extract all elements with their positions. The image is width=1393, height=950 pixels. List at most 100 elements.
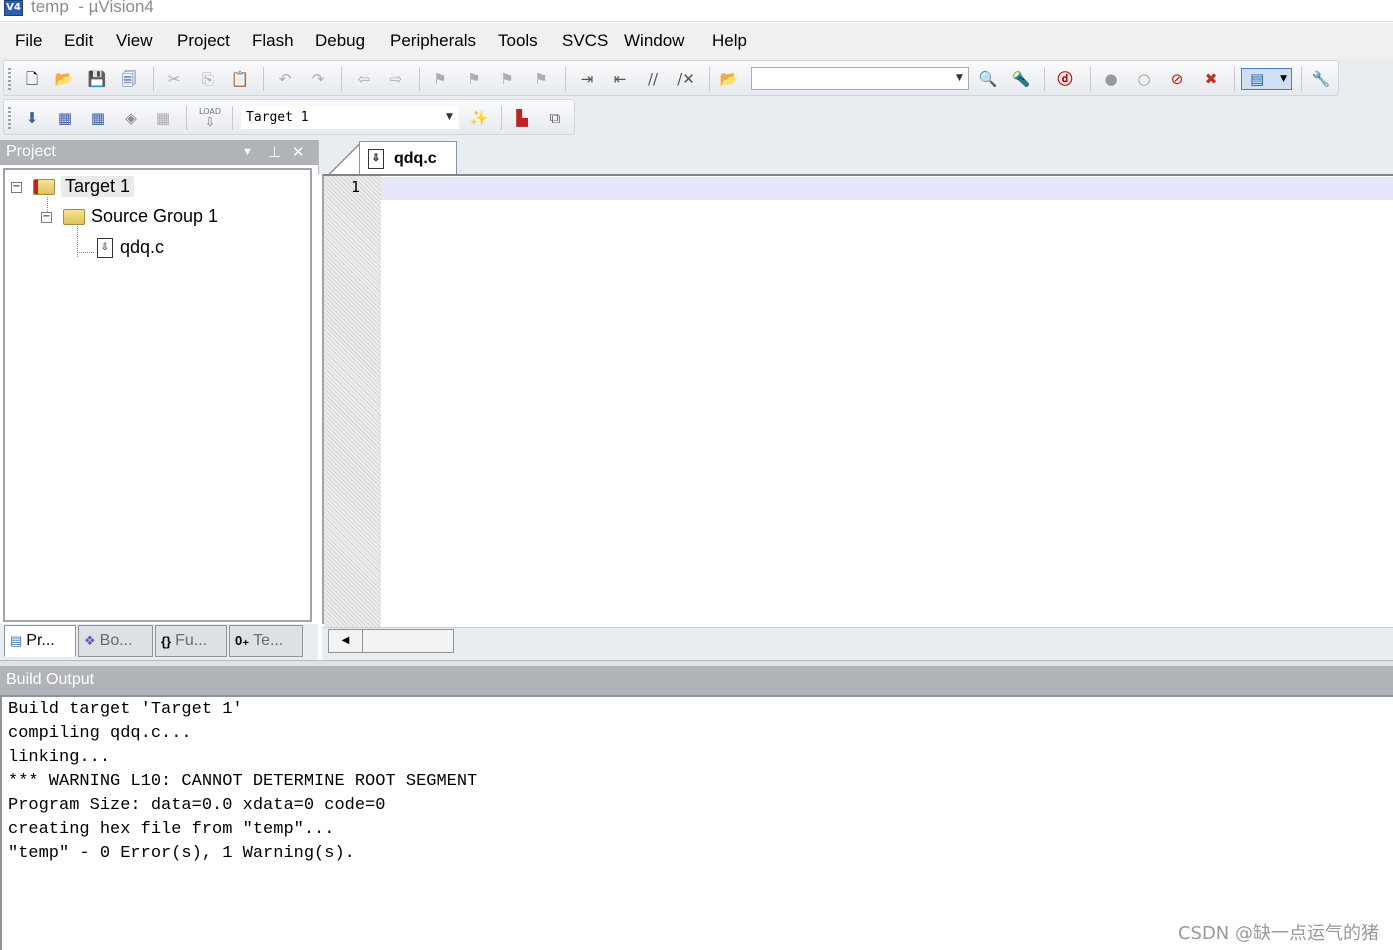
bookmark-next-icon[interactable]: ⚑ bbox=[496, 68, 518, 90]
books-icon: ❖ bbox=[84, 633, 96, 648]
toolbar-separator bbox=[419, 67, 420, 91]
save-all-icon[interactable]: 🗐 bbox=[118, 68, 140, 90]
batch-build-icon[interactable]: ◈ bbox=[120, 107, 142, 129]
menu-view[interactable]: View bbox=[116, 31, 153, 51]
redo-icon[interactable]: ↷ bbox=[307, 68, 329, 90]
navigate-forward-icon[interactable]: ⇨ bbox=[385, 68, 407, 90]
tab-project[interactable]: ▤ Pr... bbox=[4, 625, 76, 657]
start-debug-session-icon[interactable]: ⓓ bbox=[1054, 68, 1076, 90]
manage-multi-project-icon[interactable]: ⧉ bbox=[544, 107, 566, 129]
functions-braces-icon: {} bbox=[161, 633, 172, 649]
bookmark-toggle-icon[interactable]: ⚑ bbox=[429, 68, 451, 90]
toolbar-grip[interactable] bbox=[8, 107, 11, 129]
c-file-icon: ⇩ bbox=[97, 237, 113, 258]
build-target-icon[interactable]: ▦ bbox=[54, 107, 76, 129]
undo-icon[interactable]: ↶ bbox=[274, 68, 296, 90]
stop-build-icon[interactable]: ▦ bbox=[152, 107, 174, 129]
toolbar-separator bbox=[1234, 67, 1235, 91]
tree-node-target[interactable]: Target 1 bbox=[33, 176, 135, 197]
bookmark-clear-icon[interactable]: ⚑ bbox=[530, 68, 552, 90]
copy-icon[interactable]: ⎘ bbox=[197, 68, 219, 90]
menu-window[interactable]: Window bbox=[624, 31, 684, 51]
menu-peripherals[interactable]: Peripherals bbox=[390, 31, 476, 51]
menu-project[interactable]: Project bbox=[177, 31, 230, 51]
save-icon[interactable]: 💾 bbox=[86, 68, 108, 90]
project-panel-tabs: ▤ Pr... ❖ Bo... {} Fu... 0₊ Te... bbox=[0, 624, 318, 660]
editor-tab-qdq[interactable]: ⇩ qdq.c bbox=[359, 141, 457, 175]
configure-wrench-icon[interactable]: 🔧 bbox=[1310, 68, 1332, 90]
kill-all-breakpoints-icon[interactable]: ✖ bbox=[1200, 68, 1222, 90]
tab-functions-label: Fu... bbox=[175, 632, 208, 649]
menu-help[interactable]: Help bbox=[712, 31, 747, 51]
build-output-console[interactable]: Build target 'Target 1' compiling qdq.c.… bbox=[0, 695, 1393, 950]
output-line: "temp" - 0 Error(s), 1 Warning(s). bbox=[8, 844, 355, 863]
window-layout-dropdown[interactable]: ▤ ▼ bbox=[1241, 68, 1292, 90]
comment-icon[interactable]: // bbox=[642, 68, 664, 90]
tab-functions[interactable]: {} Fu... bbox=[155, 625, 227, 657]
chevron-down-icon[interactable]: ▼ bbox=[242, 146, 253, 158]
watermark: CSDN @缺一点运气的猪 bbox=[1177, 923, 1379, 944]
code-editor[interactable] bbox=[322, 174, 1393, 624]
chevron-down-icon[interactable]: ▼ bbox=[952, 69, 967, 88]
uncomment-icon[interactable]: /✕ bbox=[675, 68, 697, 90]
incremental-find-icon[interactable]: 🔦 bbox=[1010, 68, 1032, 90]
collapse-group-toggle[interactable]: − bbox=[41, 212, 52, 223]
output-line: *** WARNING L10: CANNOT DETERMINE ROOT S… bbox=[8, 772, 478, 791]
uvision-app-icon[interactable]: V4 bbox=[4, 0, 23, 16]
source-group-label: Source Group 1 bbox=[91, 206, 219, 226]
tree-node-file[interactable]: ⇩ qdq.c bbox=[97, 237, 164, 258]
paste-icon[interactable]: 📋 bbox=[229, 68, 251, 90]
indent-icon[interactable]: ⇥ bbox=[576, 68, 598, 90]
navigate-back-icon[interactable]: ⇦ bbox=[353, 68, 375, 90]
disable-all-breakpoints-icon[interactable]: ⊘ bbox=[1166, 68, 1188, 90]
bookmark-previous-icon[interactable]: ⚑ bbox=[463, 68, 485, 90]
tree-node-source-group[interactable]: Source Group 1 bbox=[63, 206, 218, 227]
rebuild-all-icon[interactable]: ▦ bbox=[87, 107, 109, 129]
toolbar-separator bbox=[263, 67, 264, 91]
scroll-left-arrow-icon[interactable]: ◀ bbox=[329, 630, 363, 652]
horizontal-scrollbar[interactable]: ◀ bbox=[328, 629, 454, 653]
toolbar-separator bbox=[1301, 67, 1302, 91]
pin-icon[interactable]: ⊥ bbox=[268, 143, 281, 161]
editor-gutter[interactable] bbox=[324, 176, 381, 627]
select-target-combo[interactable]: Target 1 ▼ bbox=[241, 106, 459, 129]
toolbar-separator bbox=[501, 106, 502, 130]
collapse-target-toggle[interactable]: − bbox=[11, 182, 22, 193]
new-file-icon[interactable]: 🗋 bbox=[21, 68, 43, 90]
build-toolbar: ⬇ ▦ ▦ ◈ ▦ LOAD ⇩ Target 1 ▼ ✨ ▙ ⧉ bbox=[3, 99, 575, 135]
toolbar-grip[interactable] bbox=[8, 68, 11, 90]
target-label: Target 1 bbox=[61, 176, 135, 197]
find-in-files-icon[interactable]: 📂 bbox=[718, 68, 740, 90]
menu-svcs[interactable]: SVCS bbox=[562, 31, 608, 51]
insert-breakpoint-icon[interactable]: ● bbox=[1100, 68, 1122, 90]
chevron-down-icon[interactable]: ▼ bbox=[442, 108, 457, 127]
file-toolbar: 🗋 📂 💾 🗐 ✂ ⎘ 📋 ↶ ↷ ⇦ ⇨ ⚑ ⚑ ⚑ ⚑ ⇥ ⇤ // /✕ … bbox=[3, 60, 1339, 96]
tab-templates[interactable]: 0₊ Te... bbox=[229, 625, 303, 657]
title-bar: V4 temp - µVision4 bbox=[0, 0, 1393, 22]
unindent-icon[interactable]: ⇤ bbox=[609, 68, 631, 90]
tree-connector bbox=[77, 252, 94, 253]
menu-edit[interactable]: Edit bbox=[64, 31, 93, 51]
output-line: linking... bbox=[8, 748, 111, 767]
target-options-wand-icon[interactable]: ✨ bbox=[468, 107, 490, 129]
find-combo[interactable]: ▼ bbox=[751, 67, 969, 90]
menu-flash[interactable]: Flash bbox=[252, 31, 294, 51]
download-flash-button[interactable]: LOAD ⇩ bbox=[196, 107, 224, 129]
translate-file-icon[interactable]: ⬇ bbox=[21, 107, 43, 129]
menu-debug[interactable]: Debug bbox=[315, 31, 365, 51]
chevron-down-icon[interactable]: ▼ bbox=[1280, 74, 1287, 84]
close-icon[interactable]: ✕ bbox=[292, 143, 305, 161]
toolbar-separator bbox=[709, 67, 710, 91]
menu-tools[interactable]: Tools bbox=[498, 31, 538, 51]
templates-icon: 0₊ bbox=[235, 633, 250, 648]
cut-icon[interactable]: ✂ bbox=[163, 68, 185, 90]
open-folder-icon[interactable]: 📂 bbox=[53, 68, 75, 90]
output-line: Program Size: data=0.0 xdata=0 code=0 bbox=[8, 796, 386, 815]
enable-breakpoint-icon[interactable]: ○ bbox=[1133, 68, 1155, 90]
find-icon[interactable]: 🔍 bbox=[977, 68, 999, 90]
manage-project-items-icon[interactable]: ▙ bbox=[511, 107, 533, 129]
menu-file[interactable]: File bbox=[15, 31, 42, 51]
tab-books[interactable]: ❖ Bo... bbox=[78, 625, 153, 657]
toolbar-area: 🗋 📂 💾 🗐 ✂ ⎘ 📋 ↶ ↷ ⇦ ⇨ ⚑ ⚑ ⚑ ⚑ ⇥ ⇤ // /✕ … bbox=[0, 59, 1393, 140]
current-line-highlight bbox=[381, 177, 1393, 200]
